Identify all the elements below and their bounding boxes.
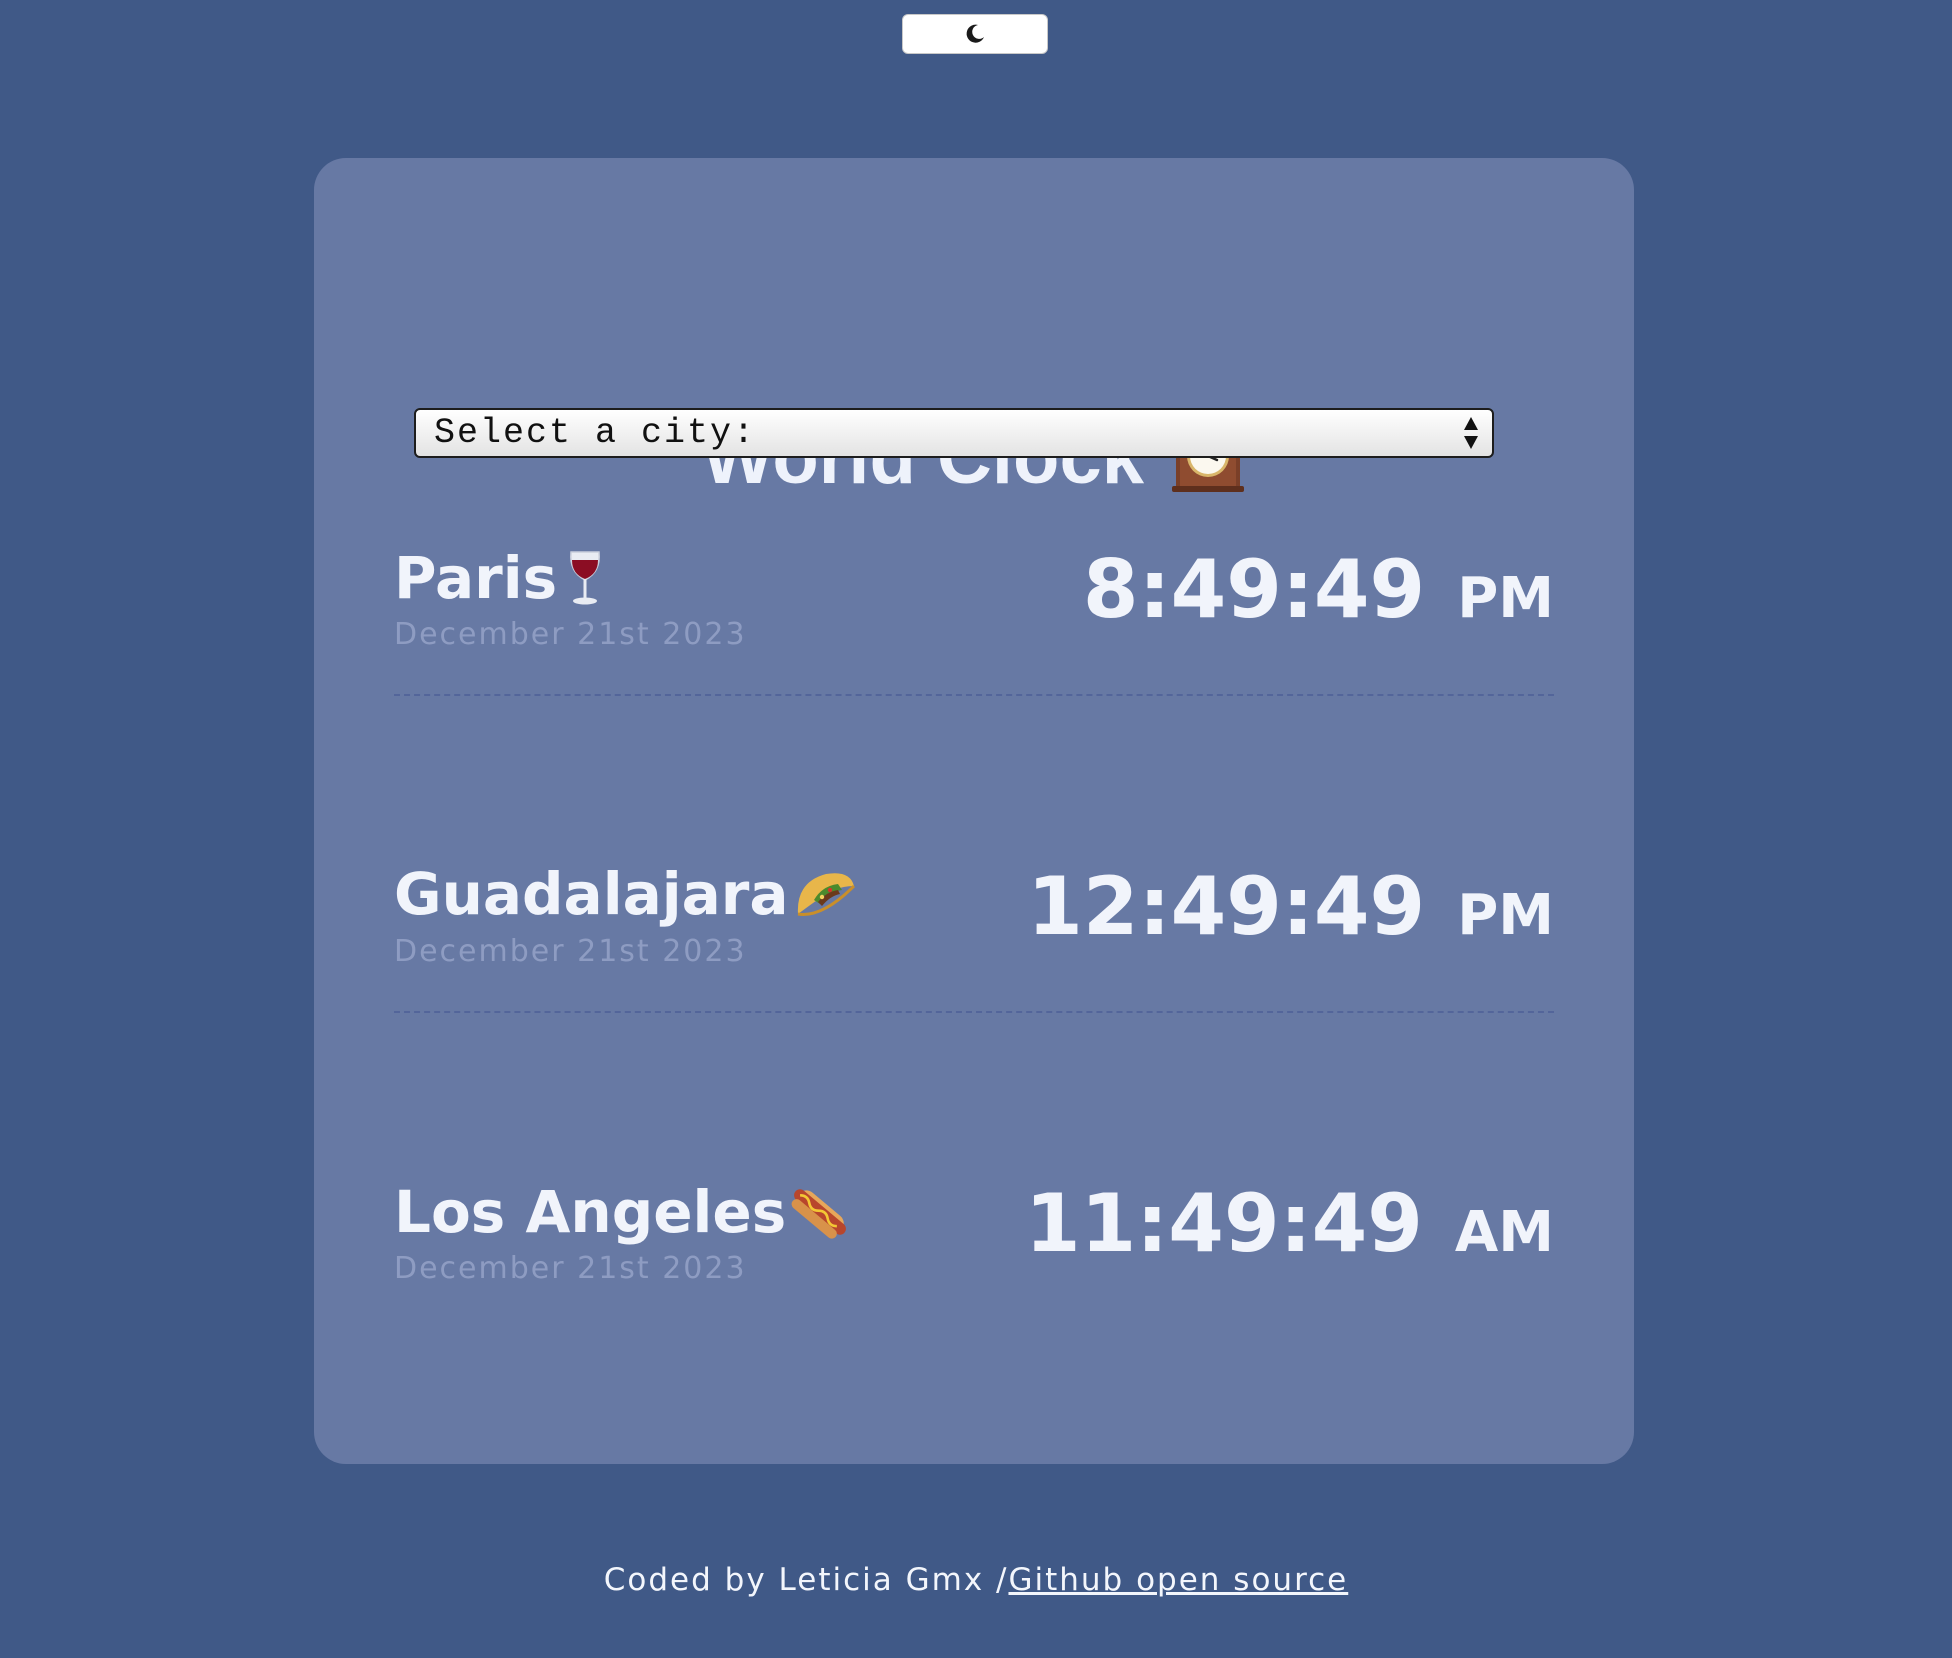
footer: Coded by Leticia Gmx /Github open source (0, 1562, 1952, 1598)
city-name-line: Paris (394, 548, 609, 608)
city-row-los-angeles: Los Angeles December 21st 2023 11:49:49 … (394, 1170, 1554, 1290)
taco-icon (798, 873, 856, 916)
select-arrows-icon (1464, 417, 1478, 449)
city-time: 11:49:49 AM (1025, 1184, 1554, 1264)
time-digits: 8:49:49 (1082, 543, 1426, 636)
city-date: December 21st 2023 (394, 617, 747, 652)
github-link[interactable]: Github open source (1008, 1562, 1348, 1598)
city-row-guadalajara: Guadalajara December 21st 2023 12:49:49 … (394, 853, 1554, 1013)
city-name: Guadalajara (394, 860, 789, 928)
time-ampm: PM (1457, 566, 1554, 631)
moon-icon (966, 24, 984, 43)
city-time: 12:49:49 PM (1027, 867, 1554, 947)
time-digits: 11:49:49 (1024, 1177, 1423, 1270)
city-name: Los Angeles (394, 1178, 787, 1246)
hot-dog-icon (791, 1189, 847, 1239)
city-select[interactable]: Select a city: (414, 408, 1494, 458)
city-date: December 21st 2023 (394, 934, 747, 969)
time-ampm: PM (1457, 883, 1554, 948)
time-digits: 12:49:49 (1027, 860, 1426, 953)
wine-glass-icon (570, 551, 601, 605)
city-row-paris: Paris December 21st 2023 8:49:49 PM (394, 536, 1554, 696)
city-time: 8:49:49 PM (1083, 550, 1554, 630)
theme-toggle-button[interactable] (902, 14, 1048, 54)
city-date: December 21st 2023 (394, 1251, 747, 1286)
city-name-line: Los Angeles (394, 1182, 850, 1242)
city-name-line: Guadalajara (394, 865, 858, 923)
footer-text: Coded by Leticia Gmx / (603, 1562, 1009, 1598)
city-name: Paris (394, 544, 558, 612)
city-select-value: Select a city: (434, 413, 757, 453)
time-ampm: AM (1454, 1200, 1554, 1265)
